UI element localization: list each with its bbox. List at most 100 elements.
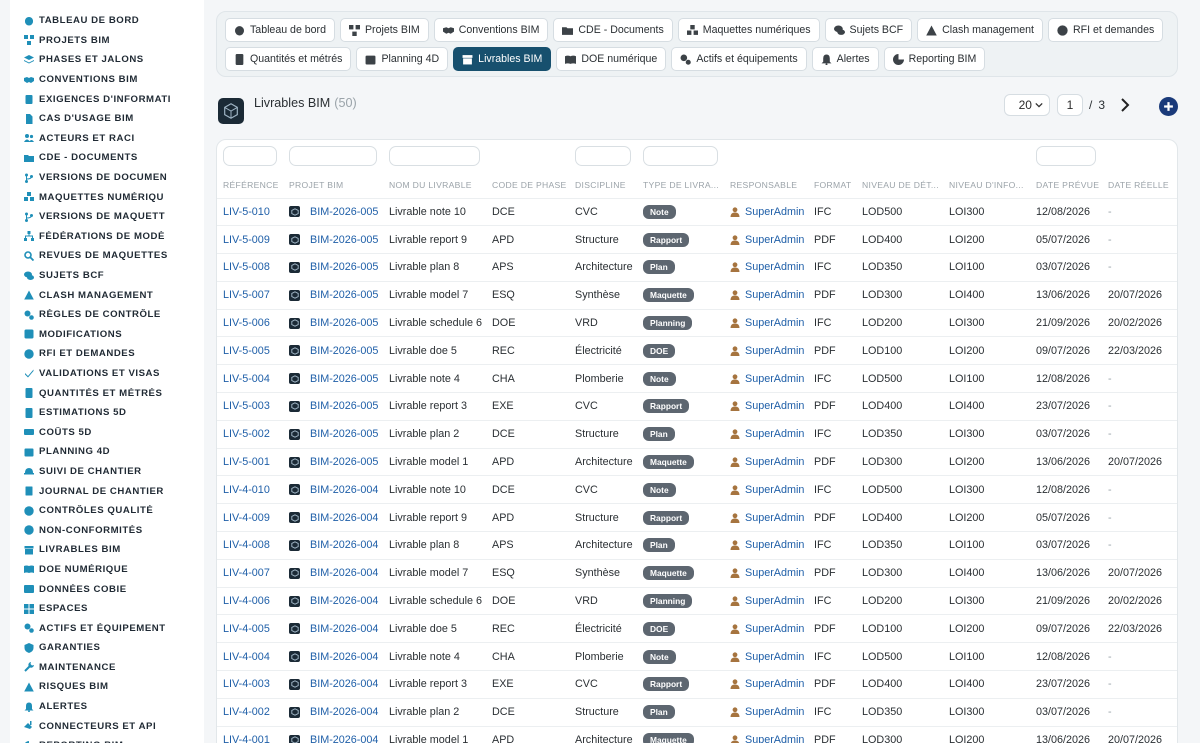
project-link[interactable]: BIM-2026-005 <box>310 400 378 412</box>
table-row[interactable]: LIV-4-001 BIM-2026-004 Livrable model 1 APD… <box>217 726 1177 743</box>
tab-planning-4d[interactable]: Planning 4D <box>356 47 449 71</box>
responsible-link[interactable]: SuperAdmin <box>745 678 804 690</box>
reference-link[interactable]: LIV-5-002 <box>223 428 270 440</box>
sidebar-item-revues-de-maquettes[interactable]: REVUES DE MAQUETTES <box>10 246 204 266</box>
project-link[interactable]: BIM-2026-004 <box>310 706 378 718</box>
sidebar-item-journal-de-chantier[interactable]: JOURNAL DE CHANTIER <box>10 481 204 501</box>
next-page-button[interactable] <box>1119 98 1133 112</box>
tab-conventions-bim[interactable]: Conventions BIM <box>433 18 549 42</box>
responsible-link[interactable]: SuperAdmin <box>745 512 804 524</box>
table-row[interactable]: LIV-5-004 BIM-2026-005 Livrable note 4 CHA P… <box>217 364 1177 393</box>
table-row[interactable]: LIV-4-009 BIM-2026-004 Livrable report 9 AP… <box>217 503 1177 532</box>
responsible-link[interactable]: SuperAdmin <box>745 567 804 579</box>
filter-type-input[interactable] <box>643 146 718 166</box>
table-row[interactable]: LIV-4-008 BIM-2026-004 Livrable plan 8 APS A… <box>217 531 1177 560</box>
sidebar-item-doe-num-rique[interactable]: DOE NUMÉRIQUE <box>10 560 204 580</box>
responsible-link[interactable]: SuperAdmin <box>745 261 804 273</box>
sidebar-item-connecteurs-et-api[interactable]: CONNECTEURS ET API <box>10 716 204 736</box>
tab-livrables-bim[interactable]: Livrables BIM <box>453 47 552 71</box>
table-row[interactable]: LIV-4-007 BIM-2026-004 Livrable model 7 ESQ… <box>217 559 1177 587</box>
tab-maquettes-num-riques[interactable]: Maquettes numériques <box>677 18 820 42</box>
sidebar-item-cde-documents[interactable]: CDE - DOCUMENTS <box>10 148 204 168</box>
sidebar-item-quantit-s-et-m-tr-s[interactable]: QUANTITÉS ET MÉTRÉS <box>10 383 204 403</box>
project-link[interactable]: BIM-2026-005 <box>310 289 378 301</box>
sidebar-item-donn-es-cobie[interactable]: DONNÉES COBIE <box>10 579 204 599</box>
sidebar-item-contr-les-qualit[interactable]: CONTRÔLES QUALITÉ <box>10 501 204 521</box>
sidebar-item-maquettes-num-riqu[interactable]: MAQUETTES NUMÉRIQU <box>10 187 204 207</box>
sidebar-item-r-gles-de-contr-le[interactable]: RÈGLES DE CONTRÔLE <box>10 305 204 325</box>
table-row[interactable]: LIV-4-003 BIM-2026-004 Livrable report 3 EX… <box>217 670 1177 699</box>
sidebar-item-risques-bim[interactable]: RISQUES BIM <box>10 677 204 697</box>
sidebar-item-clash-management[interactable]: CLASH MANAGEMENT <box>10 285 204 305</box>
reference-link[interactable]: LIV-4-009 <box>223 512 270 524</box>
column-header[interactable]: RESPONSABLE <box>724 172 808 198</box>
tab-clash-management[interactable]: Clash management <box>917 18 1043 42</box>
table-row[interactable]: LIV-4-010 BIM-2026-004 Livrable note 10 DCE… <box>217 475 1177 504</box>
column-header[interactable]: NIVEAU D'INFO... <box>943 172 1030 198</box>
sidebar-item-garanties[interactable]: GARANTIES <box>10 638 204 658</box>
reference-link[interactable]: LIV-4-010 <box>223 484 270 496</box>
table-row[interactable]: LIV-5-005 BIM-2026-005 Livrable doe 5 REC Él… <box>217 336 1177 365</box>
project-link[interactable]: BIM-2026-005 <box>310 206 378 218</box>
responsible-link[interactable]: SuperAdmin <box>745 289 804 301</box>
sidebar-item-tableau-de-bord[interactable]: TABLEAU DE BORD <box>10 11 204 31</box>
reference-link[interactable]: LIV-4-007 <box>223 567 270 579</box>
sidebar-item-sujets-bcf[interactable]: SUJETS BCF <box>10 266 204 286</box>
reference-link[interactable]: LIV-5-005 <box>223 345 270 357</box>
sidebar-item-rfi-et-demandes[interactable]: RFI ET DEMANDES <box>10 344 204 364</box>
table-row[interactable]: LIV-4-002 BIM-2026-004 Livrable plan 2 DCE S… <box>217 698 1177 726</box>
tab-actifs-et-quipements[interactable]: Actifs et équipements <box>671 47 807 71</box>
page-size-select[interactable]: 20 <box>1003 94 1050 116</box>
sidebar-item-exigences-d-informati[interactable]: EXIGENCES D'INFORMATI <box>10 89 204 109</box>
sidebar-item-alertes[interactable]: ALERTES <box>10 697 204 717</box>
reference-link[interactable]: LIV-4-002 <box>223 706 270 718</box>
table-row[interactable]: LIV-4-005 BIM-2026-004 Livrable doe 5 REC Él… <box>217 614 1177 643</box>
reference-link[interactable]: LIV-5-009 <box>223 234 270 246</box>
table-row[interactable]: LIV-5-002 BIM-2026-005 Livrable plan 2 DCE S… <box>217 420 1177 448</box>
reference-link[interactable]: LIV-4-001 <box>223 734 270 743</box>
filter-project-input[interactable] <box>289 146 377 166</box>
column-header[interactable]: FORMAT <box>808 172 856 198</box>
filter-name-input[interactable] <box>389 146 480 166</box>
table-row[interactable]: LIV-4-004 BIM-2026-004 Livrable note 4 CHA P… <box>217 642 1177 671</box>
project-link[interactable]: BIM-2026-005 <box>310 373 378 385</box>
sidebar-item-projets-bim[interactable]: PROJETS BIM <box>10 31 204 51</box>
sidebar-item-acteurs-et-raci[interactable]: ACTEURS ET RACI <box>10 129 204 149</box>
sidebar-item-cas-d-usage-bim[interactable]: CAS D'USAGE BIM <box>10 109 204 129</box>
project-link[interactable]: BIM-2026-004 <box>310 484 378 496</box>
table-row[interactable]: LIV-5-006 BIM-2026-005 Livrable schedule 6… <box>217 309 1177 337</box>
sidebar-item-estimations-5d[interactable]: ESTIMATIONS 5D <box>10 403 204 423</box>
reference-link[interactable]: LIV-4-003 <box>223 678 270 690</box>
tab-sujets-bcf[interactable]: Sujets BCF <box>824 18 913 42</box>
sidebar-item-maintenance[interactable]: MAINTENANCE <box>10 658 204 678</box>
sidebar-item-versions-de-documen[interactable]: VERSIONS DE DOCUMEN <box>10 168 204 188</box>
table-row[interactable]: LIV-4-006 BIM-2026-004 Livrable schedule 6… <box>217 587 1177 615</box>
reference-link[interactable]: LIV-5-010 <box>223 206 270 218</box>
sidebar-item-planning-4d[interactable]: PLANNING 4D <box>10 442 204 462</box>
table-row[interactable]: LIV-5-010 BIM-2026-005 Livrable note 10 DCE… <box>217 198 1177 226</box>
filter-reference-input[interactable] <box>223 146 277 166</box>
tab-doe-num-rique[interactable]: DOE numérique <box>556 47 667 71</box>
responsible-link[interactable]: SuperAdmin <box>745 706 804 718</box>
column-header[interactable]: DATE RÉELLE <box>1102 172 1177 198</box>
sidebar-item-suivi-de-chantier[interactable]: SUIVI DE CHANTIER <box>10 462 204 482</box>
sidebar-item-f-d-rations-de-mod[interactable]: FÉDÉRATIONS DE MODÈ <box>10 227 204 247</box>
responsible-link[interactable]: SuperAdmin <box>745 539 804 551</box>
reference-link[interactable]: LIV-5-004 <box>223 373 270 385</box>
project-link[interactable]: BIM-2026-005 <box>310 428 378 440</box>
tab-quantit-s-et-m-tr-s[interactable]: Quantités et métrés <box>225 47 352 71</box>
column-header[interactable]: NIVEAU DE DÉT... <box>856 172 943 198</box>
responsible-link[interactable]: SuperAdmin <box>745 234 804 246</box>
tab-projets-bim[interactable]: Projets BIM <box>339 18 429 42</box>
tab-rfi-et-demandes[interactable]: RFI et demandes <box>1048 18 1164 42</box>
project-link[interactable]: BIM-2026-004 <box>310 595 378 607</box>
responsible-link[interactable]: SuperAdmin <box>745 317 804 329</box>
responsible-link[interactable]: SuperAdmin <box>745 400 804 412</box>
column-header[interactable]: RÉFÉRENCE <box>217 172 283 198</box>
sidebar-item-versions-de-maquett[interactable]: VERSIONS DE MAQUETT <box>10 207 204 227</box>
responsible-link[interactable]: SuperAdmin <box>745 595 804 607</box>
column-header[interactable]: DATE PRÉVUE <box>1030 172 1102 198</box>
project-link[interactable]: BIM-2026-005 <box>310 234 378 246</box>
column-header[interactable]: NOM DU LIVRABLE <box>383 172 486 198</box>
tab-cde-documents[interactable]: CDE - Documents <box>553 18 673 42</box>
